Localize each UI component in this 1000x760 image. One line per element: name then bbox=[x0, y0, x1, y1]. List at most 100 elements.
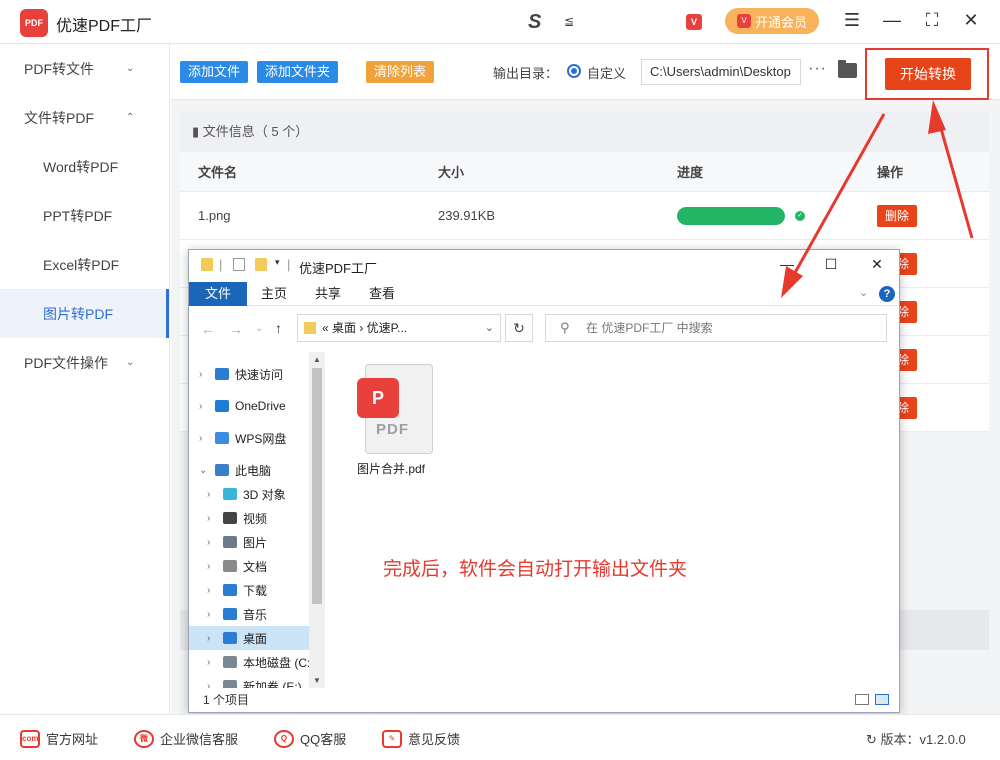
start-button-highlight: 开始转换 bbox=[865, 48, 989, 100]
tab-share[interactable]: 共享 bbox=[301, 282, 355, 306]
back-arrow-icon[interactable]: ← bbox=[201, 321, 215, 337]
sidebar: PDF转文件 ⌄ 文件转PDF ⌃ Word转PDF PPT转PDF Excel… bbox=[0, 44, 170, 714]
wechat-service-link[interactable]: 微 企业微信客服 bbox=[134, 729, 238, 748]
chevron-right-icon[interactable]: › bbox=[207, 561, 210, 572]
tree-item[interactable]: ⌄ 此电脑 bbox=[189, 458, 309, 482]
tree-item[interactable]: › 视频 bbox=[189, 506, 309, 530]
sidebar-item-file-to-pdf[interactable]: 文件转PDF ⌃ bbox=[0, 93, 169, 142]
quick-access-dropdown-icon[interactable]: ▾ bbox=[275, 257, 280, 268]
custom-dir-label[interactable]: 自定义 bbox=[587, 63, 626, 82]
open-membership-button[interactable]: V 开通会员 bbox=[725, 8, 819, 34]
minimize-icon[interactable]: — bbox=[777, 256, 797, 272]
tree-item-icon bbox=[223, 656, 237, 668]
tree-item-label: 图片 bbox=[243, 535, 268, 550]
forward-arrow-icon[interactable]: → bbox=[229, 321, 243, 337]
custom-dir-radio[interactable] bbox=[567, 64, 581, 78]
chevron-right-icon[interactable]: › bbox=[207, 585, 210, 596]
tree-item[interactable]: › 本地磁盘 (C: bbox=[189, 650, 309, 674]
vip-icon[interactable]: V bbox=[686, 14, 702, 30]
chevron-right-icon[interactable]: › bbox=[207, 681, 210, 689]
chevron-right-icon[interactable]: › bbox=[207, 657, 210, 668]
ribbon-tabs: 文件 主页 共享 查看 ⌄ ? bbox=[189, 281, 899, 306]
maximize-icon[interactable]: ⛶ bbox=[920, 10, 944, 31]
sidebar-item-image-to-pdf[interactable]: 图片转PDF bbox=[0, 289, 169, 338]
add-file-button[interactable]: 添加文件 bbox=[180, 61, 249, 83]
sidebar-item-word-to-pdf[interactable]: Word转PDF bbox=[0, 142, 169, 191]
tree-item[interactable]: › OneDrive bbox=[189, 394, 309, 418]
sidebar-item-pdf-operations[interactable]: PDF文件操作 ⌄ bbox=[0, 338, 169, 387]
tab-home[interactable]: 主页 bbox=[247, 282, 301, 306]
official-site-link[interactable]: com 官方网址 bbox=[20, 729, 98, 748]
tree-item-label: 新加卷 (E:) bbox=[243, 679, 302, 689]
file-info-icon: ▮ bbox=[192, 124, 200, 139]
output-path-field[interactable]: C:\Users\admin\Desktop bbox=[641, 59, 801, 85]
properties-icon[interactable] bbox=[233, 258, 245, 271]
menu-icon[interactable]: ☰ bbox=[840, 10, 864, 31]
feedback-label: 意见反馈 bbox=[408, 732, 461, 747]
details-view-icon[interactable] bbox=[855, 694, 869, 705]
tree-item[interactable]: › 桌面 bbox=[189, 626, 309, 650]
open-membership-label: 开通会员 bbox=[754, 14, 807, 30]
help-icon[interactable]: ? bbox=[879, 286, 895, 302]
chevron-right-icon[interactable]: › bbox=[207, 537, 210, 548]
column-header-name: 文件名 bbox=[198, 165, 238, 180]
open-folder-icon[interactable] bbox=[838, 60, 857, 78]
up-arrow-icon[interactable]: ↑ bbox=[275, 320, 282, 336]
chevron-down-icon[interactable]: ⌄ bbox=[199, 465, 207, 476]
large-icons-view-icon[interactable] bbox=[875, 694, 889, 705]
tree-item[interactable]: › 3D 对象 bbox=[189, 482, 309, 506]
chevron-right-icon[interactable]: › bbox=[199, 401, 202, 412]
tree-item[interactable]: › WPS网盘 bbox=[189, 426, 309, 450]
tab-file[interactable]: 文件 bbox=[189, 281, 248, 306]
tree-item[interactable]: › 下载 bbox=[189, 578, 309, 602]
refresh-icon[interactable]: ↻ bbox=[505, 314, 533, 342]
sidebar-item-excel-to-pdf[interactable]: Excel转PDF bbox=[0, 240, 169, 289]
expand-ribbon-icon[interactable]: ⌄ bbox=[859, 286, 868, 299]
delete-button[interactable]: 删除 bbox=[877, 204, 918, 227]
chevron-right-icon[interactable]: › bbox=[207, 633, 210, 644]
scroll-thumb[interactable] bbox=[312, 368, 322, 604]
sidebar-item-label: PDF文件操作 bbox=[24, 354, 108, 371]
tree-item[interactable]: › 图片 bbox=[189, 530, 309, 554]
tree-scrollbar[interactable]: ▲ ▼ bbox=[309, 352, 325, 688]
chevron-down-icon[interactable]: ⌄ bbox=[485, 315, 494, 341]
close-icon[interactable]: ✕ bbox=[867, 256, 887, 273]
add-folder-button[interactable]: 添加文件夹 bbox=[257, 61, 339, 83]
official-site-label: 官方网址 bbox=[46, 732, 99, 747]
chevron-right-icon[interactable]: › bbox=[207, 489, 210, 500]
address-bar[interactable]: « 桌面 › 优速P... ⌄ bbox=[297, 314, 501, 342]
sidebar-item-pdf-to-file[interactable]: PDF转文件 ⌄ bbox=[0, 44, 169, 93]
sidebar-item-ppt-to-pdf[interactable]: PPT转PDF bbox=[0, 191, 169, 240]
tree-item[interactable]: › 音乐 bbox=[189, 602, 309, 626]
more-options-icon[interactable]: ··· bbox=[808, 60, 827, 78]
pdf-file-item[interactable]: PDF P 图片合并.pdf bbox=[357, 362, 437, 482]
completion-note: 完成后，软件会自动打开输出文件夹 bbox=[383, 559, 688, 580]
maximize-icon[interactable]: ☐ bbox=[821, 256, 841, 273]
scroll-down-icon[interactable]: ▼ bbox=[313, 676, 321, 685]
new-folder-icon[interactable] bbox=[255, 258, 267, 271]
recent-locations-icon[interactable]: ⌄ bbox=[255, 323, 263, 334]
clear-list-button[interactable]: 清除列表 bbox=[366, 61, 435, 83]
tab-view[interactable]: 查看 bbox=[355, 282, 409, 306]
chevron-right-icon[interactable]: › bbox=[207, 513, 210, 524]
item-count: 1 个项目 bbox=[203, 693, 250, 707]
chevron-down-icon: ⌄ bbox=[126, 63, 135, 74]
refresh-version-icon[interactable]: ↻ bbox=[866, 732, 877, 747]
tree-item[interactable]: › 文档 bbox=[189, 554, 309, 578]
search-input[interactable]: ⚲ 在 优速PDF工厂 中搜索 bbox=[545, 314, 887, 342]
separator-icon: | bbox=[219, 257, 223, 272]
feedback-link[interactable]: ✎ 意见反馈 bbox=[382, 729, 460, 748]
chevron-right-icon[interactable]: › bbox=[199, 369, 202, 380]
minimize-icon[interactable]: — bbox=[880, 10, 904, 31]
tree-item-icon bbox=[223, 584, 237, 596]
close-icon[interactable]: ✕ bbox=[959, 10, 983, 31]
tree-item[interactable]: › 新加卷 (E:) bbox=[189, 674, 309, 688]
chevron-right-icon[interactable]: › bbox=[199, 433, 202, 444]
chevron-right-icon[interactable]: › bbox=[207, 609, 210, 620]
tree-item[interactable]: › 快速访问 bbox=[189, 362, 309, 386]
qq-service-link[interactable]: Q QQ客服 bbox=[274, 729, 346, 748]
start-convert-button[interactable]: 开始转换 bbox=[885, 58, 971, 90]
vip-mini-icon: V bbox=[736, 14, 751, 28]
pdf-app-badge-icon: P bbox=[357, 378, 399, 418]
scroll-up-icon[interactable]: ▲ bbox=[313, 355, 321, 364]
